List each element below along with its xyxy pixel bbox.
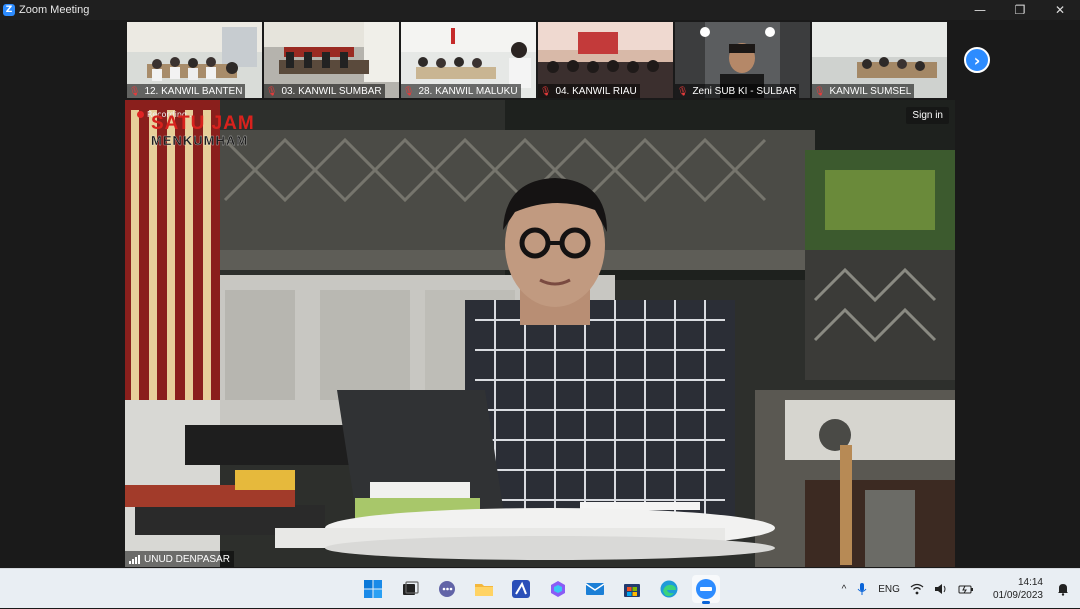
zoom-taskbar-button[interactable] xyxy=(692,575,720,604)
folder-icon xyxy=(475,584,493,596)
thumbnail-label: 🎙 28. KANWIL MALUKU xyxy=(401,84,521,98)
logo-line-1: SATU JAM xyxy=(151,113,255,134)
program-logo: SATU JAM MENKUMHAM xyxy=(151,114,255,148)
store-button[interactable] xyxy=(618,575,646,603)
taskbar-clock[interactable]: 14:14 01/09/2023 xyxy=(993,576,1043,602)
file-explorer-button[interactable] xyxy=(470,575,498,603)
mic-muted-icon: 🎙 xyxy=(129,85,141,96)
wifi-tray-button[interactable] xyxy=(910,583,924,595)
microphone-icon xyxy=(857,583,867,595)
minimize-button[interactable]: — xyxy=(960,0,1000,20)
participant-thumbnail[interactable]: 🎙 28. KANWIL MALUKU xyxy=(401,22,536,98)
participant-thumbnail[interactable]: 🎙 KANWIL SUMSEL xyxy=(812,22,947,98)
zoom-app-icon xyxy=(696,579,716,599)
main-speaker-video[interactable]: Recording... SATU JAM MENKUMHAM Sign in … xyxy=(125,100,955,567)
zoom-app-icon: Z xyxy=(3,4,15,16)
window-title: Zoom Meeting xyxy=(19,4,90,16)
speaker-icon xyxy=(934,584,946,594)
battery-tray-button[interactable] xyxy=(958,583,974,595)
store-icon xyxy=(624,584,640,597)
meeting-area: 🎙12. KANWIL BANTEN 🎙03. KANWIL SUMBAR xyxy=(0,20,1080,568)
mic-muted-icon: 🎙 xyxy=(266,85,278,96)
chevron-up-icon: ^ xyxy=(841,583,847,595)
window-controls: — ❐ ✕ xyxy=(960,0,1080,20)
app-button-copilot[interactable] xyxy=(544,575,572,603)
editor-app-icon xyxy=(512,580,530,598)
clock-time: 14:14 xyxy=(1017,577,1043,588)
thumbnail-label: 🎙 04. KANWIL RIAU xyxy=(538,84,640,98)
copilot-icon xyxy=(551,581,565,597)
battery-charging-icon xyxy=(958,585,973,594)
start-button[interactable] xyxy=(359,575,387,603)
mic-muted-icon: 🎙 xyxy=(814,85,826,96)
volume-tray-button[interactable] xyxy=(934,583,948,595)
notification-bell-icon xyxy=(1058,584,1068,596)
chevron-right-icon: › xyxy=(973,50,981,70)
speaker-video-feed xyxy=(125,100,955,567)
restore-button[interactable]: ❐ xyxy=(1000,0,1040,20)
participant-thumbnail[interactable]: 🎙 03. KANWIL SUMBAR xyxy=(264,22,399,98)
thumbnail-label: 🎙 12. KANWIL BANTEN xyxy=(127,84,246,98)
task-view-icon xyxy=(403,581,419,595)
chat-icon xyxy=(439,581,455,597)
edge-browser-icon xyxy=(660,580,678,598)
mic-muted-icon: 🎙 xyxy=(403,85,415,96)
recording-dot-icon xyxy=(137,111,144,118)
show-hidden-icons-button[interactable]: ^ xyxy=(842,584,847,595)
mic-muted-icon: 🎙 xyxy=(677,85,689,96)
windows-logo-icon xyxy=(364,580,382,598)
participant-thumbnails: 🎙12. KANWIL BANTEN 🎙03. KANWIL SUMBAR xyxy=(127,22,947,98)
teams-chat-button[interactable] xyxy=(433,575,461,603)
task-view-button[interactable] xyxy=(396,575,424,603)
notifications-button[interactable] xyxy=(1056,582,1070,596)
signal-strength-icon xyxy=(129,554,140,564)
edge-button[interactable] xyxy=(655,575,683,603)
language-indicator[interactable]: ENG xyxy=(878,584,900,595)
taskbar-apps xyxy=(359,575,720,604)
app-button-editor[interactable] xyxy=(507,575,535,603)
logo-line-2: MENKUMHAM xyxy=(151,133,249,148)
participant-thumbnail[interactable]: 🎙 04. KANWIL RIAU xyxy=(538,22,673,98)
thumbnail-label: 🎙 KANWIL SUMSEL xyxy=(812,84,915,98)
clock-date: 01/09/2023 xyxy=(992,590,1043,601)
thumbnail-label: 🎙 Zeni SUB KI - SULBAR xyxy=(675,84,800,98)
microphone-tray-button[interactable] xyxy=(856,582,868,596)
participant-thumbnail[interactable]: 🎙 Zeni SUB KI - SULBAR xyxy=(675,22,810,98)
close-button[interactable]: ✕ xyxy=(1040,0,1080,20)
title-bar: Z Zoom Meeting — ❐ ✕ xyxy=(0,0,1080,20)
system-tray: ^ ENG 14:14 01/09/2023 xyxy=(837,569,1080,609)
mail-icon xyxy=(585,583,605,595)
mail-button[interactable] xyxy=(581,575,609,603)
participant-name-tag: UNUD DENPASAR xyxy=(125,551,234,567)
next-page-button[interactable]: › xyxy=(964,47,990,73)
wifi-icon xyxy=(910,583,924,595)
participant-thumbnail[interactable]: 🎙 12. KANWIL BANTEN xyxy=(127,22,262,98)
thumbnail-label: 🎙 03. KANWIL SUMBAR xyxy=(264,84,385,98)
taskbar: ^ ENG 14:14 01/09/2023 xyxy=(0,568,1080,608)
mic-muted-icon: 🎙 xyxy=(540,85,552,96)
sign-in-button[interactable]: Sign in xyxy=(906,107,949,124)
